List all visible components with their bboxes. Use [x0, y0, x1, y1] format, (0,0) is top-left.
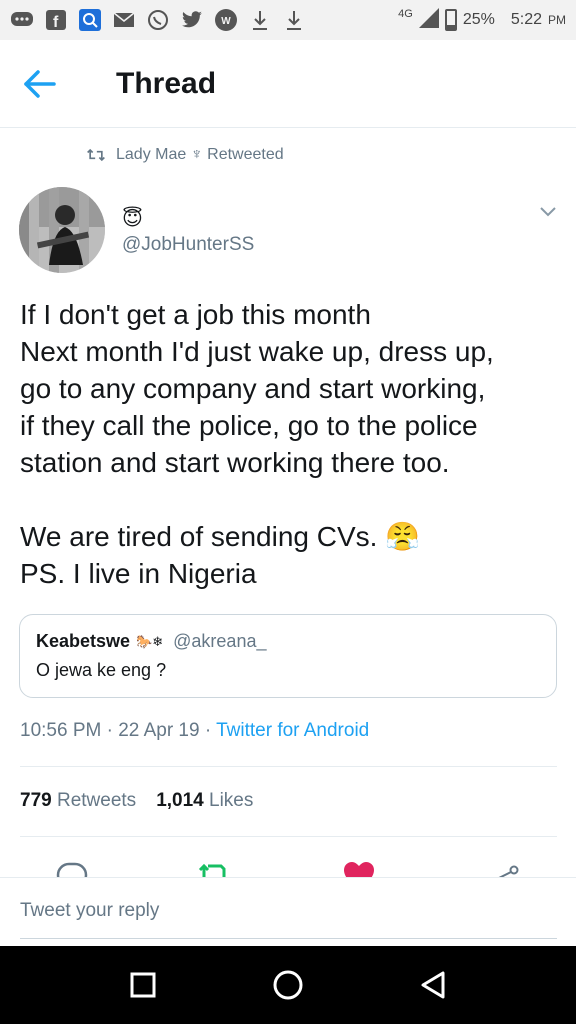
divider	[20, 836, 557, 837]
share-icon	[489, 865, 519, 878]
retweet-context[interactable]: Lady Mae ♆ Retweeted	[86, 146, 284, 164]
search-app-icon	[78, 8, 102, 32]
back-button[interactable]	[0, 40, 80, 128]
tweet-options-button[interactable]	[536, 200, 560, 224]
home-button[interactable]	[268, 965, 308, 1005]
quoted-tweet[interactable]: Keabetswe 🐎❄ @akreana_ O jewa ke eng ?	[19, 614, 557, 698]
tweet-actions	[0, 850, 576, 878]
tweet-timestamp: 10:56 PM · 22 Apr 19 ·	[20, 720, 217, 741]
user-handle[interactable]: @JobHunterSS	[122, 234, 254, 256]
whatsapp-icon	[146, 8, 170, 32]
tweet-line: We are tired of sending CVs. 😤	[20, 521, 421, 552]
back-nav-button[interactable]	[413, 965, 453, 1005]
divider	[20, 766, 557, 767]
retweets-count[interactable]: 779 Retweets	[20, 790, 136, 812]
retweet-icon	[198, 863, 226, 878]
tweet-line: station and start working there too.	[20, 447, 450, 478]
retweet-button[interactable]	[197, 860, 231, 878]
chevron-down-icon	[540, 207, 556, 217]
share-button[interactable]	[486, 860, 520, 878]
tweet-line: Next month I'd just wake up, dress up,	[20, 336, 494, 367]
download-icon	[248, 8, 272, 32]
quoted-tweet-header: Keabetswe 🐎❄ @akreana_	[36, 631, 540, 652]
square-icon	[130, 972, 156, 998]
word-app-icon: W	[214, 8, 238, 32]
clock-suffix: PM	[548, 13, 566, 27]
clock: 5:22	[510, 11, 542, 28]
circle-icon	[273, 970, 303, 1000]
likes-count[interactable]: 1,014 Likes	[156, 790, 253, 812]
battery-percent: 25%	[462, 11, 495, 28]
retweet-icon	[87, 148, 105, 162]
quoted-author-handle: @akreana_	[173, 631, 267, 651]
notification-icons: f W	[10, 8, 306, 32]
tweet-text: If I don't get a job this month Next mon…	[20, 296, 560, 592]
twitter-bird-icon	[180, 8, 204, 32]
reply-icon	[56, 862, 88, 878]
avatar[interactable]	[19, 187, 105, 273]
reply-input[interactable]: Tweet your reply	[20, 900, 159, 922]
likes-value: 1,014	[156, 790, 204, 811]
display-name-emoji: 😇	[122, 208, 143, 230]
quoted-author-name: Keabetswe	[36, 631, 131, 651]
recents-button[interactable]	[123, 965, 163, 1005]
quoted-tweet-text: O jewa ke eng ?	[36, 660, 167, 680]
like-button[interactable]	[342, 860, 376, 878]
mail-icon	[112, 8, 136, 32]
download-icon-2	[282, 8, 306, 32]
app-header: Thread	[0, 40, 576, 128]
network-label: 4G	[398, 8, 413, 20]
status-bar: f W 4G 25% 5:22 PM	[0, 0, 576, 40]
tweet-line: go to any company and start working,	[20, 373, 486, 404]
back-arrow-icon	[24, 69, 56, 98]
quoted-author-emoji: 🐎❄	[136, 633, 164, 649]
reply-underline	[20, 938, 557, 939]
engagement-counts: 779 Retweets 1,014 Likes	[20, 790, 253, 812]
facebook-icon: f	[44, 8, 68, 32]
chat-bubble-icon	[10, 8, 34, 32]
tweet-line: If I don't get a job this month	[20, 299, 371, 330]
page-title: Thread	[116, 66, 217, 100]
tweet-line: if they call the police, go to the polic…	[20, 410, 478, 441]
reply-button[interactable]	[55, 860, 89, 878]
heart-icon	[344, 862, 374, 878]
likes-label: Likes	[209, 790, 254, 811]
system-nav-bar	[0, 946, 576, 1024]
avatar-photo	[19, 187, 105, 273]
signal-icon	[418, 7, 439, 33]
tweet-meta: 10:56 PM · 22 Apr 19 · Twitter for Andro…	[20, 720, 369, 742]
triangle-back-icon	[421, 971, 445, 999]
svg-text:W: W	[221, 16, 231, 27]
retweets-label: Retweets	[56, 790, 137, 811]
battery-icon	[444, 9, 457, 31]
retweet-context-label: Lady Mae ♆ Retweeted	[116, 146, 284, 163]
reply-composer[interactable]: Tweet your reply	[0, 877, 576, 947]
tweet-line: PS. I live in Nigeria	[20, 558, 257, 589]
system-status: 4G 25% 5:22 PM	[398, 7, 566, 33]
tweet-source-link[interactable]: Twitter for Android	[216, 720, 369, 741]
retweets-value: 779	[20, 790, 52, 811]
svg-text:f: f	[53, 14, 59, 30]
